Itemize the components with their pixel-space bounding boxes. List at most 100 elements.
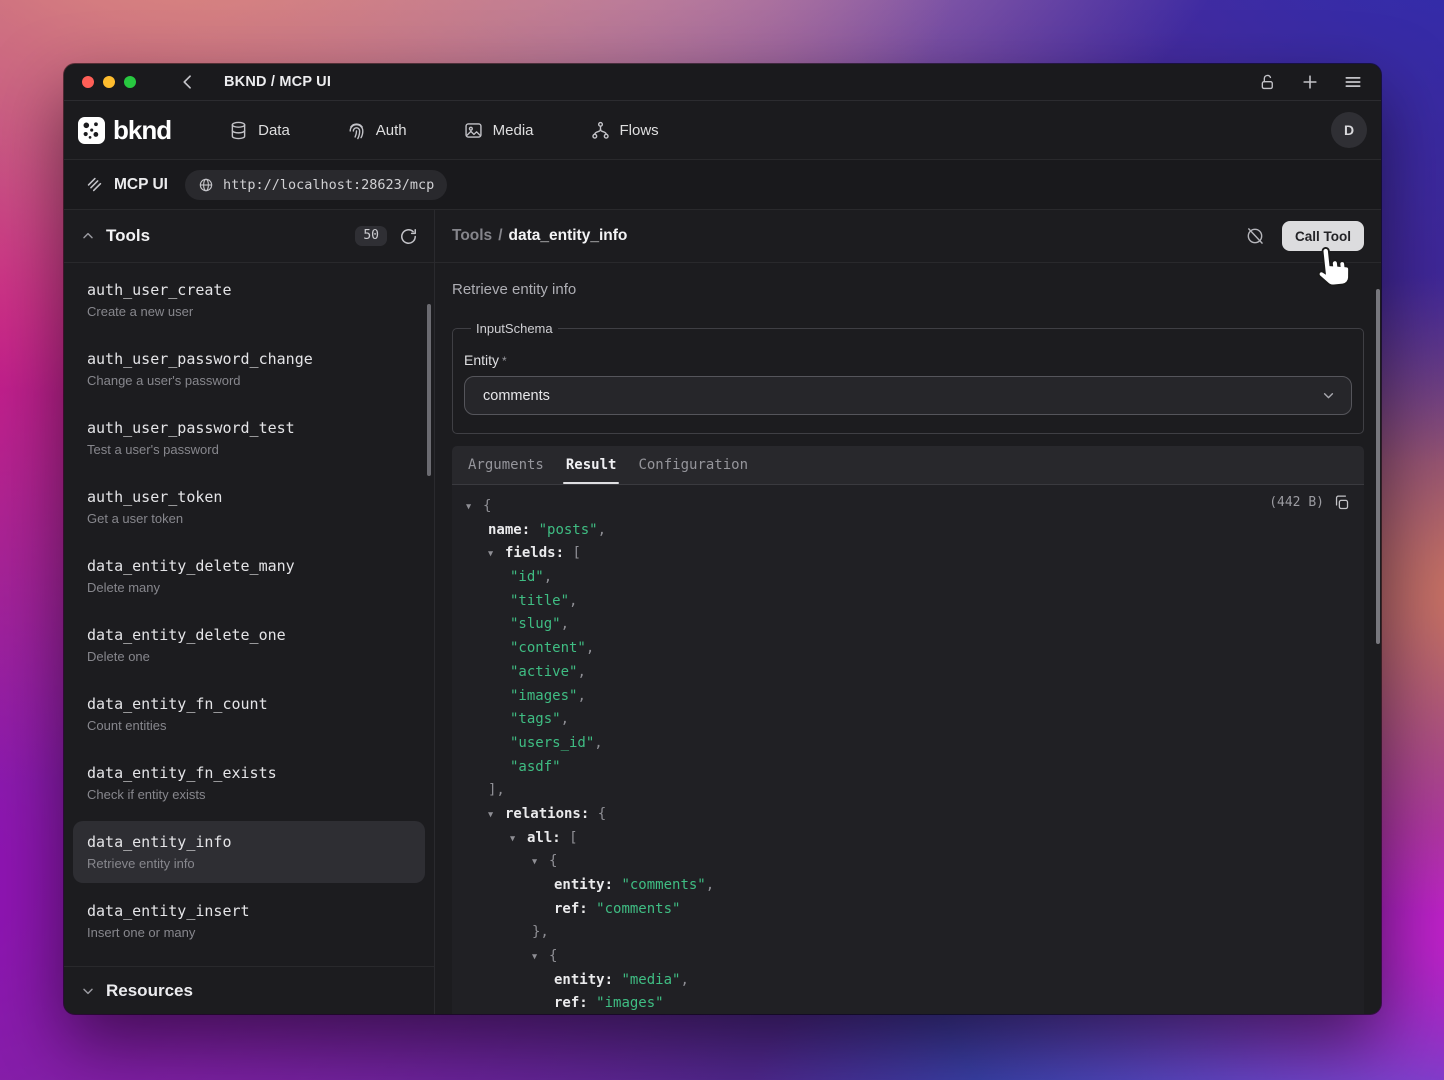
- tools-count-badge: 50: [355, 226, 387, 246]
- copy-icon[interactable]: [1333, 494, 1350, 511]
- titlebar: BKND / MCP UI: [64, 64, 1381, 101]
- json-line: ▼relations: {: [452, 803, 1364, 827]
- entity-select[interactable]: comments: [464, 376, 1352, 415]
- required-marker: *: [502, 354, 507, 368]
- tool-list-item[interactable]: auth_user_tokenGet a user token: [73, 476, 425, 538]
- json-line: ▼all: [: [452, 827, 1364, 851]
- window-title: BKND / MCP UI: [224, 74, 331, 90]
- chevron-down-icon: [1320, 387, 1337, 404]
- nav-item-data[interactable]: Data: [228, 120, 290, 141]
- tool-list-item[interactable]: data_entity_infoRetrieve entity info: [73, 821, 425, 883]
- tool-name: auth_user_password_change: [87, 349, 411, 369]
- tools-section-header[interactable]: Tools 50: [64, 210, 434, 263]
- collapse-arrow-icon[interactable]: ▼: [510, 828, 527, 852]
- database-icon: [228, 120, 249, 141]
- nav-menu: Data Auth Media Flows: [228, 120, 659, 141]
- json-line: "asdf": [452, 756, 1364, 780]
- resources-section-header[interactable]: Resources: [64, 966, 434, 1014]
- tool-description: Delete one: [87, 648, 411, 665]
- entity-field-label: Entity*: [464, 352, 1352, 368]
- tool-list-item[interactable]: data_entity_fn_countCount entities: [73, 683, 425, 745]
- input-schema-fieldset: InputSchema Entity* comments: [452, 321, 1364, 434]
- server-url-pill[interactable]: http://localhost:28623/mcp: [185, 170, 447, 200]
- slash-circle-icon[interactable]: [1245, 226, 1265, 246]
- tool-list-item[interactable]: data_entity_delete_manyDelete many: [73, 545, 425, 607]
- server-url: http://localhost:28623/mcp: [223, 177, 434, 193]
- tool-list-item[interactable]: data_entity_delete_oneDelete one: [73, 614, 425, 676]
- fingerprint-icon: [346, 120, 367, 141]
- result-card: Arguments Result Configuration (442 B) ▼…: [452, 446, 1364, 1014]
- breadcrumb-parent[interactable]: Tools: [452, 227, 492, 245]
- tool-name: auth_user_create: [87, 280, 411, 300]
- refresh-icon[interactable]: [399, 227, 418, 246]
- tool-detail-header: Tools / data_entity_info Call Tool: [435, 210, 1381, 263]
- tool-list-item[interactable]: data_entity_insert Insert one or many: [73, 890, 425, 952]
- tool-name: data_entity_insert: [87, 901, 411, 921]
- close-window-button[interactable]: [82, 76, 94, 88]
- collapse-arrow-icon[interactable]: ▼: [488, 543, 505, 567]
- json-result-view: (442 B) ▼{name: "posts",▼fields: ["id","…: [452, 485, 1364, 1014]
- sidebar-scrollbar[interactable]: [427, 304, 431, 476]
- json-line: ▼{: [452, 495, 1364, 519]
- nav-item-auth[interactable]: Auth: [346, 120, 407, 141]
- json-line: "content",: [452, 637, 1364, 661]
- input-schema-legend: InputSchema: [471, 321, 558, 336]
- menu-icon[interactable]: [1343, 72, 1363, 92]
- bknd-logo-icon: [78, 117, 105, 144]
- lock-open-icon[interactable]: [1258, 73, 1277, 92]
- tool-list-item[interactable]: data_entity_fn_exists Check if entity exi…: [73, 752, 425, 814]
- image-icon: [463, 120, 484, 141]
- collapse-arrow-icon[interactable]: ▼: [488, 804, 505, 828]
- new-tab-icon[interactable]: [1300, 72, 1320, 92]
- tool-name: data_entity_delete_many: [87, 556, 411, 576]
- content-area: Tools 50 auth_user_createCreate a new us…: [64, 210, 1381, 1014]
- resources-section-label: Resources: [106, 981, 193, 1001]
- breadcrumb-current: data_entity_info: [509, 227, 628, 245]
- tool-description: Retrieve entity info: [452, 281, 1364, 298]
- brand-wordmark: bknd: [113, 115, 171, 146]
- collapse-arrow-icon[interactable]: ▼: [532, 851, 549, 875]
- brand-logo[interactable]: bknd: [78, 115, 171, 146]
- zoom-window-button[interactable]: [124, 76, 136, 88]
- tab-configuration[interactable]: Configuration: [638, 446, 748, 484]
- tool-list-item[interactable]: auth_user_password_testTest a user's pas…: [73, 407, 425, 469]
- avatar[interactable]: D: [1331, 112, 1367, 148]
- json-line: ],: [452, 779, 1364, 803]
- tool-list-item[interactable]: auth_user_password_changeChange a user's…: [73, 338, 425, 400]
- breadcrumb: Tools / data_entity_info: [452, 227, 627, 245]
- tool-description: Check if entity exists: [87, 786, 411, 803]
- nav-label: Flows: [620, 122, 659, 139]
- tool-name: auth_user_token: [87, 487, 411, 507]
- back-icon[interactable]: [178, 72, 198, 92]
- tool-list-item[interactable]: auth_user_createCreate a new user: [73, 269, 425, 331]
- nav-item-media[interactable]: Media: [463, 120, 534, 141]
- tool-description: Retrieve entity info: [87, 855, 411, 872]
- main-scrollbar[interactable]: [1376, 289, 1380, 644]
- chevron-up-icon[interactable]: [80, 228, 96, 244]
- tools-sidebar: Tools 50 auth_user_createCreate a new us…: [64, 210, 435, 1014]
- collapse-arrow-icon[interactable]: ▼: [466, 496, 483, 520]
- json-line: "title",: [452, 590, 1364, 614]
- top-navbar: bknd Data Auth Media: [64, 101, 1381, 160]
- tool-name: data_entity_fn_exists: [87, 763, 411, 783]
- mcp-ui-title: MCP UI: [114, 176, 168, 194]
- json-line: "id",: [452, 566, 1364, 590]
- app-window: BKND / MCP UI bknd Data: [64, 64, 1381, 1014]
- collapse-arrow-icon[interactable]: ▼: [532, 946, 549, 970]
- nav-item-flows[interactable]: Flows: [590, 120, 659, 141]
- traffic-lights: [82, 76, 136, 88]
- tool-description: Insert one or many: [87, 924, 411, 941]
- chevron-down-icon[interactable]: [80, 983, 96, 999]
- minimize-window-button[interactable]: [103, 76, 115, 88]
- json-line: entity: "comments",: [452, 874, 1364, 898]
- tags-icon: [85, 175, 104, 194]
- breadcrumb-separator: /: [498, 227, 502, 245]
- json-line: ref: "images": [452, 992, 1364, 1014]
- tab-arguments[interactable]: Arguments: [468, 446, 544, 484]
- json-line: ref: "comments": [452, 898, 1364, 922]
- tab-strip: Arguments Result Configuration: [452, 446, 1364, 485]
- tab-result[interactable]: Result: [566, 446, 617, 484]
- tool-name: auth_user_password_test: [87, 418, 411, 438]
- nav-label: Media: [493, 122, 534, 139]
- result-size-label: (442 B): [1269, 495, 1324, 510]
